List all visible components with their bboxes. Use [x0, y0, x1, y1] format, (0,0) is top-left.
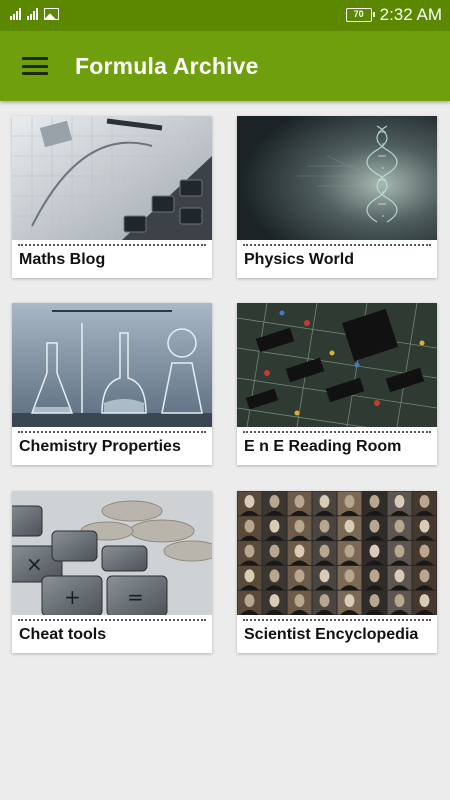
category-card-scientist-encyclopedia[interactable]: Scientist Encyclopedia: [237, 491, 437, 653]
category-card-chemistry[interactable]: Chemistry Properties: [12, 303, 212, 465]
svg-text:=: =: [127, 585, 144, 609]
card-divider: [243, 619, 431, 621]
category-label: Physics World: [244, 251, 354, 268]
card-divider: [243, 431, 431, 433]
maths-image: [12, 116, 212, 240]
scientists-portrait-grid-image: [237, 491, 437, 615]
status-right: 70 2:32 AM: [345, 5, 442, 25]
status-bar: 70 2:32 AM: [0, 0, 450, 31]
calculator-coins-image: + = ×: [12, 491, 212, 615]
app-title: Formula Archive: [75, 53, 259, 79]
card-divider: [18, 244, 206, 246]
card-divider: [18, 619, 206, 621]
card-divider: [243, 244, 431, 246]
category-card-electronics[interactable]: E n E Reading Room: [237, 303, 437, 465]
card-divider: [18, 431, 206, 433]
category-label: Maths Blog: [19, 251, 106, 268]
app-bar: Formula Archive: [0, 31, 450, 101]
category-label: E n E Reading Room: [244, 438, 402, 455]
physics-image: [237, 116, 437, 240]
category-label: Scientist Encyclopedia: [244, 626, 419, 643]
clock: 2:32 AM: [379, 5, 442, 24]
chemistry-image: [12, 303, 212, 427]
status-left-icons: [10, 8, 59, 20]
category-label: Chemistry Properties: [19, 438, 181, 455]
signal-icon: [27, 8, 38, 20]
category-card-maths[interactable]: Maths Blog: [12, 116, 212, 278]
electronics-image: [237, 303, 437, 427]
image-icon: [44, 8, 59, 20]
battery-icon: 70: [345, 8, 375, 22]
svg-text:+: +: [64, 585, 81, 609]
category-label: Cheat tools: [19, 626, 107, 643]
svg-text:×: ×: [26, 552, 43, 576]
hamburger-menu-icon[interactable]: [22, 57, 48, 75]
signal-icon: [10, 8, 21, 20]
category-card-physics[interactable]: Physics World: [237, 116, 437, 278]
category-card-cheat-tools[interactable]: + = × Cheat tools: [12, 491, 212, 653]
